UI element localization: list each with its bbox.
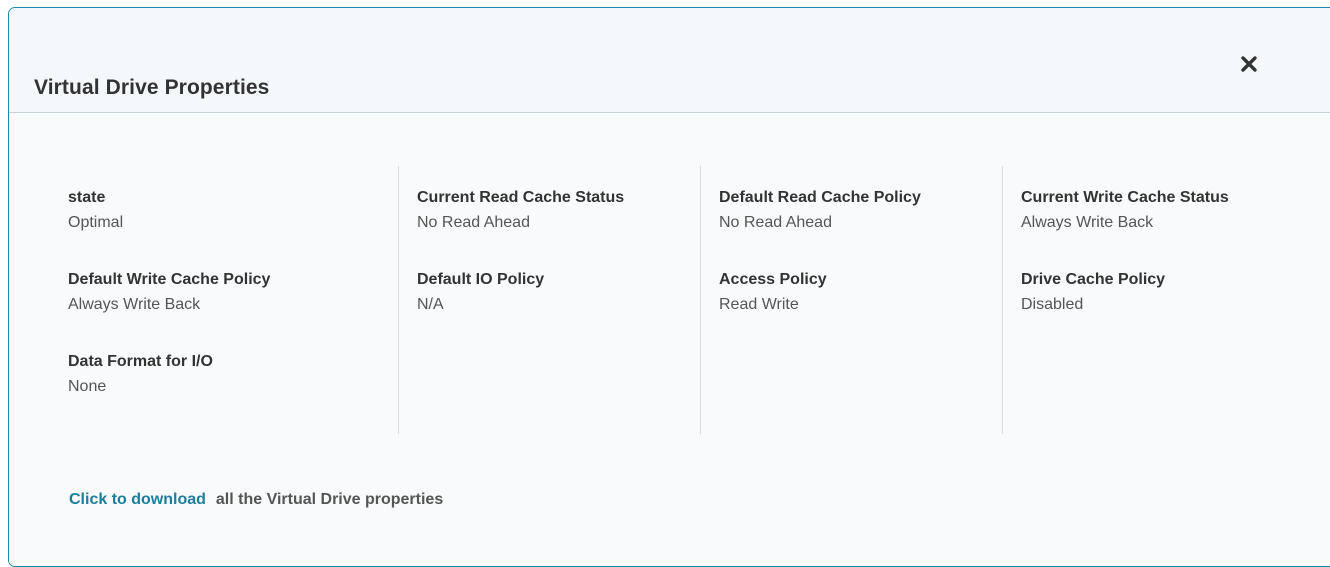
- dialog-title: Virtual Drive Properties: [34, 76, 270, 99]
- property-value: None: [68, 378, 107, 395]
- property-name: Current Write Cache Status: [1021, 189, 1229, 206]
- download-footer: Click to download all the Virtual Drive p…: [69, 491, 443, 509]
- property-state: state Optimal: [68, 188, 398, 270]
- properties-column-3: Default Read Cache Policy No Read Ahead …: [700, 166, 1002, 434]
- property-name: Default IO Policy: [417, 271, 545, 288]
- download-description: all the Virtual Drive properties: [215, 491, 444, 508]
- properties-grid: state Optimal Default Write Cache Policy…: [68, 166, 1304, 434]
- property-value: Disabled: [1021, 296, 1084, 313]
- property-name: Drive Cache Policy: [1021, 271, 1166, 288]
- property-name: Data Format for I/O: [68, 353, 213, 370]
- property-default-write-cache-policy: Default Write Cache Policy Always Write …: [68, 270, 398, 352]
- property-value: Optimal: [68, 214, 124, 231]
- download-link[interactable]: Click to download: [69, 491, 206, 508]
- property-name: Current Read Cache Status: [417, 189, 625, 206]
- dialog-body: state Optimal Default Write Cache Policy…: [9, 113, 1330, 566]
- close-icon: [1241, 56, 1257, 72]
- property-value: N/A: [417, 296, 444, 313]
- property-name: Default Write Cache Policy: [68, 271, 271, 288]
- property-name: Default Read Cache Policy: [719, 189, 921, 206]
- properties-column-4: Current Write Cache Status Always Write …: [1002, 166, 1304, 434]
- virtual-drive-properties-dialog: Virtual Drive Properties state Optimal D…: [8, 7, 1330, 567]
- property-name: Access Policy: [719, 271, 827, 288]
- close-button[interactable]: [1235, 50, 1263, 78]
- property-default-read-cache-policy: Default Read Cache Policy No Read Ahead: [719, 188, 1002, 270]
- property-value: Always Write Back: [1021, 214, 1154, 231]
- property-value: Read Write: [719, 296, 799, 313]
- dialog-header: Virtual Drive Properties: [9, 8, 1330, 113]
- properties-column-1: state Optimal Default Write Cache Policy…: [68, 166, 398, 434]
- property-current-read-cache-status: Current Read Cache Status No Read Ahead: [417, 188, 700, 270]
- property-name: state: [68, 189, 106, 206]
- property-drive-cache-policy: Drive Cache Policy Disabled: [1021, 270, 1304, 352]
- property-access-policy: Access Policy Read Write: [719, 270, 1002, 352]
- properties-column-2: Current Read Cache Status No Read Ahead …: [398, 166, 700, 434]
- property-value: Always Write Back: [68, 296, 201, 313]
- property-data-format: Data Format for I/O None: [68, 352, 398, 434]
- property-current-write-cache-status: Current Write Cache Status Always Write …: [1021, 188, 1304, 270]
- property-default-io-policy: Default IO Policy N/A: [417, 270, 700, 352]
- property-value: No Read Ahead: [719, 214, 832, 231]
- property-value: No Read Ahead: [417, 214, 530, 231]
